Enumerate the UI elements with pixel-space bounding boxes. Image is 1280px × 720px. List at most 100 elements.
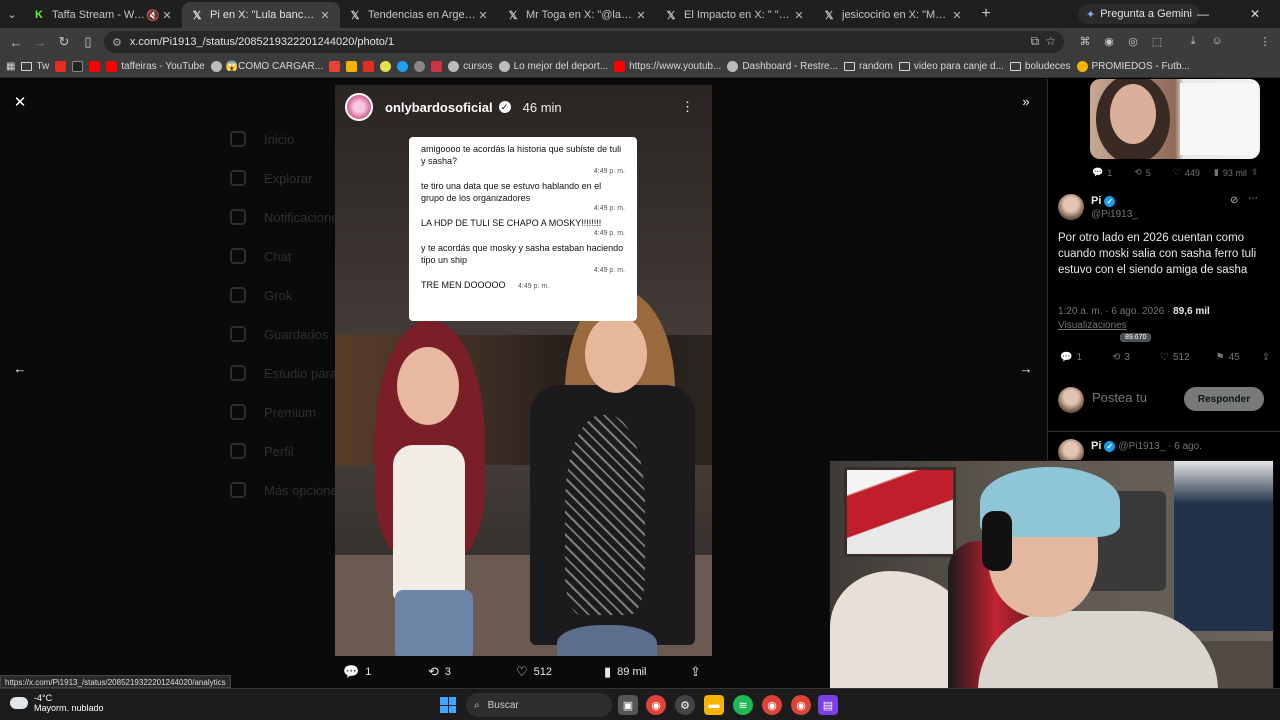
translate-extension-icon[interactable]: ⌘ xyxy=(1076,32,1094,50)
reply-action[interactable]: 💬 1 xyxy=(343,664,371,680)
next-photo-icon[interactable]: → xyxy=(1015,357,1037,379)
reply-icon[interactable]: 💬 xyxy=(1092,167,1103,178)
reply-author-name[interactable]: Pi ✓ @Pi1913_ · 6 ago. xyxy=(1091,440,1202,452)
profile-avatar[interactable]: ☺ xyxy=(1208,32,1226,50)
chrome-profile-icon[interactable]: ◉ xyxy=(791,695,811,715)
close-tab-icon[interactable]: ✕ xyxy=(950,9,964,22)
bookmark-9[interactable] xyxy=(380,61,392,72)
bookmark-12[interactable] xyxy=(431,61,443,72)
repost-action[interactable]: ⟲ 3 xyxy=(428,664,451,680)
cast-icon[interactable]: ⧉ xyxy=(1031,34,1040,49)
back-button[interactable]: ← xyxy=(4,30,28,54)
chrome-profile-icon[interactable]: ◉ xyxy=(762,695,782,715)
bookmark-1[interactable] xyxy=(55,61,67,72)
views-label-link[interactable]: Visualizaciones xyxy=(1058,320,1210,331)
tab-0[interactable]: K Taffa Stream - Watch Live o 🔇 ✕ xyxy=(24,2,182,28)
extension-icon[interactable]: ◎ xyxy=(1124,32,1142,50)
tab-title: Taffa Stream - Watch Live o xyxy=(52,9,146,21)
views-chart-icon[interactable]: ▮ xyxy=(1214,167,1219,178)
reply-button[interactable]: Responder xyxy=(1184,387,1264,411)
address-bar[interactable]: ⚙ x.com/Pi1913_/status/20852193222012440… xyxy=(104,31,1064,53)
tab-1[interactable]: 𝕏 Pi en X: "Lula banchero nunca ✕ xyxy=(182,2,340,28)
browser-menu-icon[interactable]: ⋮ xyxy=(1256,32,1274,50)
post-datetime[interactable]: 1:20 a. m. · 6 ago. 2026 · xyxy=(1058,306,1173,317)
post-author-name[interactable]: Pi ✓ xyxy=(1091,195,1116,207)
bookmark-6[interactable] xyxy=(329,61,341,72)
minimize-button[interactable]: — xyxy=(1188,0,1218,28)
bookmark-10[interactable] xyxy=(397,61,409,72)
bookmark-16[interactable]: Dashboard - Restre... xyxy=(727,61,838,72)
download-icon[interactable]: ⤓ xyxy=(1184,32,1202,50)
bookmark-13[interactable]: cursos xyxy=(448,61,493,72)
bookmark-2[interactable] xyxy=(72,61,84,72)
tab-3[interactable]: 𝕏 Mr Toga en X: "@ladymoskign ✕ xyxy=(498,2,656,28)
bookmark-8[interactable] xyxy=(363,61,375,72)
close-viewer-icon[interactable]: ✕ xyxy=(10,92,30,112)
close-tab-icon[interactable]: ✕ xyxy=(792,9,806,22)
reload-button[interactable]: ↻ xyxy=(52,30,76,54)
extensions-puzzle-icon[interactable]: ⬚ xyxy=(1148,32,1166,50)
close-tab-icon[interactable]: ✕ xyxy=(476,9,490,22)
like-action[interactable]: ♡ 512 xyxy=(516,664,552,680)
heart-icon[interactable]: ♡ xyxy=(1160,352,1169,363)
close-tab-icon[interactable]: ✕ xyxy=(160,9,174,22)
bookmark-14[interactable]: Lo mejor del deport... xyxy=(498,61,608,72)
bookmark-3[interactable] xyxy=(89,61,101,72)
tab-2[interactable]: 𝕏 Tendencias en Argentina en X: ✕ xyxy=(340,2,498,28)
share-icon[interactable]: ⇪ xyxy=(1251,167,1259,178)
bookmark-15[interactable]: https://www.youtub... xyxy=(614,61,721,72)
taskbar-search[interactable]: ⌕ Buscar xyxy=(466,693,612,717)
extension-icon[interactable]: ◉ xyxy=(1100,32,1118,50)
bookmark-18[interactable]: video para canje d... xyxy=(898,61,1004,72)
bookmark-0[interactable]: Tw xyxy=(21,61,49,72)
forward-button[interactable]: → xyxy=(28,30,52,54)
tab-search-icon[interactable]: ⌄ xyxy=(0,0,24,28)
close-tab-icon[interactable]: ✕ xyxy=(318,9,332,22)
tab-4[interactable]: 𝕏 El Impacto en X: " "INVENTA ✕ xyxy=(656,2,814,28)
app-icon[interactable]: ▤ xyxy=(818,695,838,715)
verified-badge-icon: ✓ xyxy=(1104,195,1116,207)
bookmark-20[interactable]: PROMIEDOS - Futb... xyxy=(1076,61,1190,72)
bookmark-7[interactable] xyxy=(346,61,358,72)
task-view-icon[interactable]: ▣ xyxy=(618,695,638,715)
new-tab-button[interactable]: + xyxy=(972,5,1000,23)
share-icon[interactable]: ⇪ xyxy=(1262,352,1270,363)
post-author-avatar[interactable] xyxy=(1058,194,1084,220)
bookmark-icon[interactable]: ⚑ xyxy=(1216,352,1225,363)
reply-input[interactable]: Postea tu xyxy=(1092,390,1147,405)
close-window-button[interactable]: ✕ xyxy=(1240,0,1270,28)
grok-icon[interactable]: ⊘ xyxy=(1230,195,1238,206)
post-author-handle[interactable]: @Pi1913_ xyxy=(1091,209,1138,220)
site-info-icon[interactable]: ⚙ xyxy=(112,36,122,49)
bookmark-4[interactable]: taffeiras - YouTube xyxy=(106,61,205,72)
collapse-panel-icon[interactable]: » xyxy=(1015,90,1037,112)
reply-icon[interactable]: 💬 xyxy=(1060,352,1072,363)
heart-icon[interactable]: ♡ xyxy=(1173,167,1181,178)
bookmark-star-icon[interactable]: ☆ xyxy=(1045,34,1056,49)
repost-icon[interactable]: ⟲ xyxy=(1134,167,1142,178)
chrome-icon[interactable]: ◉ xyxy=(646,695,666,715)
previous-photo-icon[interactable]: ← xyxy=(9,357,31,379)
bookmark-11[interactable] xyxy=(414,61,426,72)
windows-start-icon[interactable] xyxy=(440,697,456,713)
weather-widget[interactable]: -4°C Mayorm. nublado xyxy=(10,693,104,713)
spotify-icon[interactable]: ≋ xyxy=(733,695,753,715)
apps-grid-icon[interactable]: ▦ xyxy=(6,61,15,72)
tab-5[interactable]: 𝕏 jesicocirio en X: "Martín Cirio c ✕ xyxy=(814,2,972,28)
views-action[interactable]: ▮ 89 mil xyxy=(604,664,647,680)
bookmark-19[interactable]: boludeces xyxy=(1009,61,1071,72)
repost-icon[interactable]: ⟲ xyxy=(1112,352,1120,363)
file-explorer-icon[interactable]: ▬ xyxy=(704,695,724,715)
more-options-icon[interactable]: ⋯ xyxy=(1248,193,1258,204)
tab-title: jesicocirio en X: "Martín Cirio c xyxy=(842,9,950,21)
gemini-button[interactable]: ✦ Pregunta a Gemini xyxy=(1078,4,1200,24)
mute-icon[interactable]: 🔇 xyxy=(146,9,160,22)
bookmark-5[interactable]: 😱COMO CARGAR... xyxy=(210,61,323,72)
share-action[interactable]: ⇪ xyxy=(690,664,701,680)
side-panel-icon[interactable]: ▯ xyxy=(76,30,100,54)
quoted-media-thumbnail[interactable] xyxy=(1090,79,1260,159)
bookmark-17[interactable]: random xyxy=(843,61,893,72)
bookmark-icon xyxy=(397,61,409,72)
close-tab-icon[interactable]: ✕ xyxy=(634,9,648,22)
steam-icon[interactable]: ⚙ xyxy=(675,695,695,715)
